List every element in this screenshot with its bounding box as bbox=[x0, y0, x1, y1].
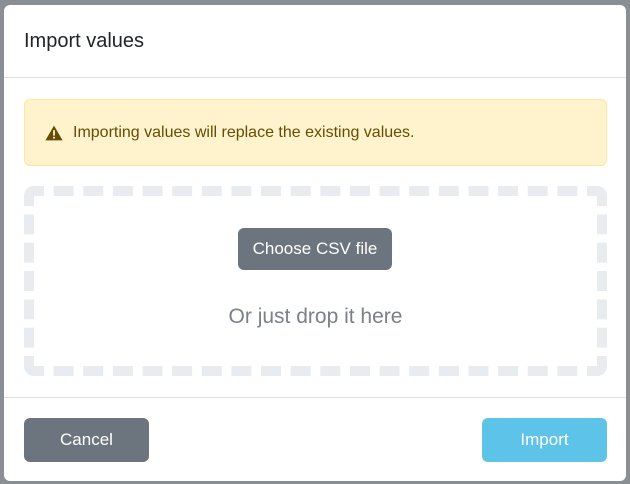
dialog-header: Import values bbox=[4, 5, 626, 78]
import-button[interactable]: Import bbox=[482, 418, 607, 462]
warning-alert: Importing values will replace the existi… bbox=[24, 99, 607, 166]
drop-hint: Or just drop it here bbox=[228, 305, 403, 328]
warning-triangle-icon bbox=[45, 125, 63, 141]
dialog-footer: Cancel Import bbox=[4, 397, 626, 481]
dialog-body: Importing values will replace the existi… bbox=[4, 78, 626, 397]
import-values-dialog: Import values Importing values will repl… bbox=[4, 5, 626, 481]
csv-dropzone[interactable]: Choose CSV file Or just drop it here bbox=[24, 186, 607, 376]
cancel-button[interactable]: Cancel bbox=[24, 418, 149, 462]
warning-message: Importing values will replace the existi… bbox=[73, 123, 415, 141]
choose-csv-file-button[interactable]: Choose CSV file bbox=[238, 228, 392, 270]
dialog-title: Import values bbox=[24, 30, 145, 52]
